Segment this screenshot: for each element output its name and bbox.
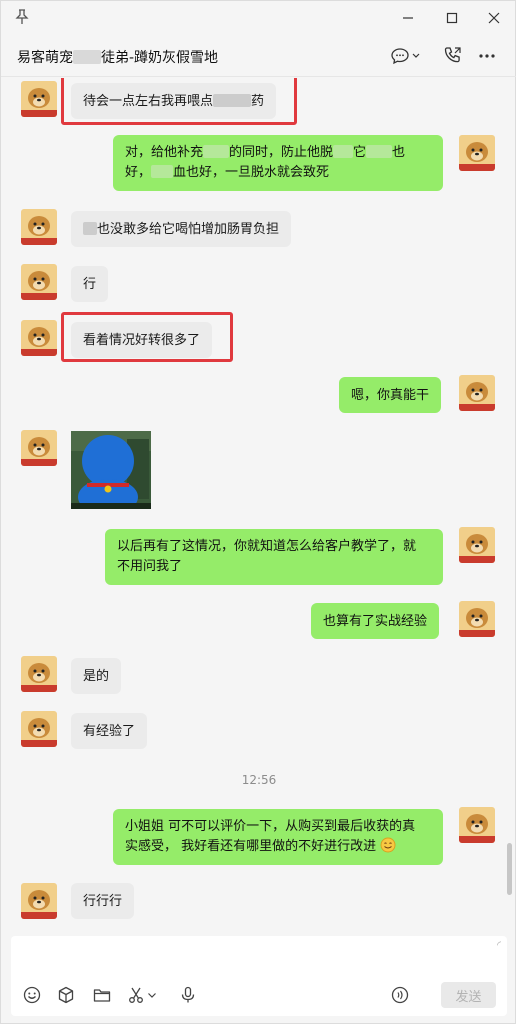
message-bubble-incoming[interactable]: 也没敢多给它喝怕增加肠胃负担 xyxy=(71,211,292,247)
message-line: 对，给他补充 的同时，防止他脱 它 也 xyxy=(125,143,431,163)
message-composer[interactable]: ◜ 发送 xyxy=(11,936,507,1016)
redaction-blur xyxy=(333,145,354,158)
cube-icon[interactable] xyxy=(55,984,77,1006)
chat-title-prefix: 易客萌宠 xyxy=(17,50,73,66)
minimize-button[interactable] xyxy=(393,5,423,31)
message-bubble-outgoing[interactable]: 对，给他补充 的同时，防止他脱 它 也 好， 血也好，一旦脱水就会致死 xyxy=(113,135,443,191)
phone-icon xyxy=(444,47,461,63)
message-bubble-incoming[interactable]: 行行行 xyxy=(71,883,135,919)
redaction-blur xyxy=(83,222,97,235)
self-avatar[interactable] xyxy=(459,135,495,171)
doraemon-back-sticker[interactable] xyxy=(71,431,151,515)
scrollbar[interactable] xyxy=(507,843,512,895)
chat-options-button[interactable] xyxy=(391,45,421,67)
message-line: 不用问我了 xyxy=(117,559,183,574)
message-text: 嗯，你真能干 xyxy=(351,388,430,403)
self-avatar[interactable] xyxy=(459,807,495,843)
message-bubble-incoming[interactable]: 有经验了 xyxy=(71,713,148,749)
message-timestamp: 12:56 xyxy=(241,773,277,787)
message-bubble-outgoing[interactable]: 也算有了实战经验 xyxy=(311,603,440,639)
resize-handle-icon[interactable]: ◜ xyxy=(497,940,501,951)
chat-window: 易客萌宠 徒弟-蹲奶灰假雪地 待会一点左右我再喂点药 对，给他补充 的同时，防止… xyxy=(0,0,516,1024)
close-button[interactable] xyxy=(479,5,509,31)
message-bubble-incoming[interactable]: 是的 xyxy=(71,658,122,694)
contact-avatar[interactable] xyxy=(21,711,57,747)
pin-icon[interactable] xyxy=(15,9,29,25)
message-line: 以后再有了这情况，你就知道怎么给客户教学了，就 xyxy=(117,539,417,554)
chat-header: 易客萌宠 徒弟-蹲奶灰假雪地 xyxy=(1,35,516,77)
redaction-blur xyxy=(73,50,101,64)
contact-avatar[interactable] xyxy=(21,883,57,919)
message-text: 也 xyxy=(392,145,406,160)
message-text: 行行行 xyxy=(83,894,123,909)
more-icon xyxy=(479,54,495,58)
message-text: 也算有了实战经验 xyxy=(323,614,428,629)
highlight-box xyxy=(61,78,297,125)
highlight-box xyxy=(61,312,233,362)
message-text: 有经验了 xyxy=(83,724,136,739)
contact-avatar[interactable] xyxy=(21,320,57,356)
send-button[interactable]: 发送 xyxy=(441,982,496,1008)
self-avatar[interactable] xyxy=(459,527,495,563)
contact-avatar[interactable] xyxy=(21,209,57,245)
message-text: 是的 xyxy=(83,669,110,684)
message-list[interactable]: 待会一点左右我再喂点药 对，给他补充 的同时，防止他脱它也 好， 血也好，一旦脱水就… xyxy=(1,78,516,934)
contact-avatar[interactable] xyxy=(21,430,57,466)
message-text: 它 xyxy=(353,145,367,160)
folder-icon[interactable] xyxy=(91,984,113,1006)
chat-bubble-icon xyxy=(391,48,420,65)
chat-title: 易客萌宠 徒弟-蹲奶灰假雪地 xyxy=(17,47,218,67)
message-text: 对，给他补充 xyxy=(125,145,204,160)
more-options-button[interactable] xyxy=(477,45,497,67)
redaction-blur xyxy=(151,165,174,178)
message-text: 的同时，防止他脱 xyxy=(229,145,334,160)
microphone-icon[interactable] xyxy=(177,984,199,1006)
self-avatar[interactable] xyxy=(459,601,495,637)
message-bubble-outgoing[interactable]: 以后再有了这情况，你就知道怎么给客户教学了，就 不用问我了 xyxy=(105,529,443,585)
self-avatar[interactable] xyxy=(459,375,495,411)
scissors-icon[interactable] xyxy=(125,984,147,1006)
message-text: 也没敢多给它喝怕增加肠胃负担 xyxy=(97,222,280,237)
message-text: 好， xyxy=(125,165,152,180)
message-text: 行 xyxy=(83,277,97,292)
chat-title-suffix: 徒弟-蹲奶灰假雪地 xyxy=(101,50,219,66)
chevron-down-icon[interactable] xyxy=(145,984,159,1006)
message-line: 小姐姐 可不可以评价一下，从购买到最后收获的真 xyxy=(125,819,416,834)
redaction-blur xyxy=(203,145,230,158)
message-bubble-outgoing[interactable]: 小姐姐 可不可以评价一下，从购买到最后收获的真 实感受， 我好看还有哪里做的不好… xyxy=(113,809,443,865)
contact-avatar[interactable] xyxy=(21,656,57,692)
emoji-icon[interactable] xyxy=(21,984,43,1006)
title-bar xyxy=(1,1,516,35)
message-line: 好， 血也好，一旦脱水就会致死 xyxy=(125,163,431,183)
smile-emoji-icon xyxy=(380,837,396,860)
message-line: 实感受， 我好看还有哪里做的不好进行改进 xyxy=(125,837,431,860)
contact-avatar[interactable] xyxy=(21,264,57,300)
contact-avatar[interactable] xyxy=(21,81,57,117)
maximize-button[interactable] xyxy=(437,5,467,31)
redaction-blur xyxy=(366,145,393,158)
message-text: 实感受， 我好看还有哪里做的不好进行改进 xyxy=(125,839,377,854)
message-bubble-outgoing[interactable]: 嗯，你真能干 xyxy=(339,377,442,413)
voice-call-button[interactable] xyxy=(443,45,463,67)
message-text: 血也好，一旦脱水就会致死 xyxy=(173,165,330,180)
message-bubble-incoming[interactable]: 行 xyxy=(71,266,109,302)
voice-call-icon[interactable] xyxy=(389,984,411,1006)
